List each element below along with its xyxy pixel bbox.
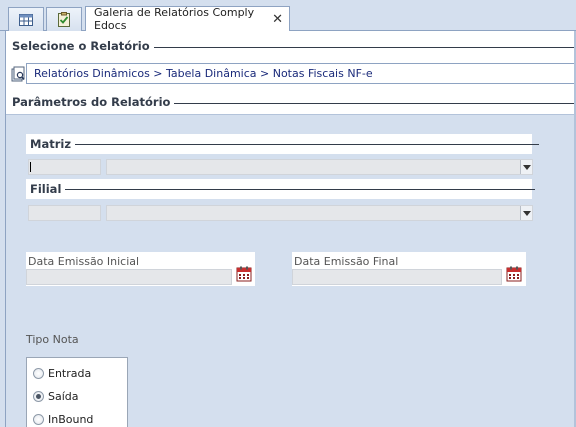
data-inicial-label: Data Emissão Inicial xyxy=(28,255,140,268)
matriz-dropdown-button[interactable] xyxy=(520,160,532,174)
calendar-icon[interactable] xyxy=(236,266,252,282)
heading-rule xyxy=(153,46,576,48)
tab-bar: Galeria de Relatórios Comply Edocs ✕ xyxy=(0,0,576,32)
close-icon[interactable]: ✕ xyxy=(272,12,283,27)
radio-button[interactable] xyxy=(33,368,44,379)
filial-code-input[interactable] xyxy=(28,205,101,221)
report-path-field[interactable]: Relatórios Dinâmicos > Tabela Dinâmica >… xyxy=(26,63,576,84)
heading-rule xyxy=(174,102,576,104)
data-final-input[interactable] xyxy=(292,269,502,285)
radio-label: Entrada xyxy=(48,367,92,380)
matriz-code-input[interactable] xyxy=(28,159,101,175)
tipo-nota-radio-group: Entrada Saída InBound xyxy=(26,357,128,427)
chevron-down-icon xyxy=(522,164,531,170)
radio-saida[interactable]: Saída xyxy=(33,390,79,403)
data-inicial-group: Data Emissão Inicial xyxy=(26,252,255,286)
matriz-combo[interactable] xyxy=(106,159,533,175)
checklist-icon xyxy=(58,12,70,27)
tab-grid-report[interactable] xyxy=(8,7,44,31)
content-panel: Selecione o Relatório Relatórios Dinâmic… xyxy=(5,31,576,427)
data-inicial-input[interactable] xyxy=(26,269,232,285)
radio-button-selected[interactable] xyxy=(33,391,44,402)
report-tree-icon[interactable] xyxy=(11,66,25,82)
grid-report-icon xyxy=(19,13,33,26)
chevron-down-icon xyxy=(522,210,531,216)
params-title: Parâmetros do Relatório xyxy=(12,95,171,109)
data-final-label: Data Emissão Final xyxy=(294,255,399,268)
report-path-text: Relatórios Dinâmicos > Tabela Dinâmica >… xyxy=(34,67,373,80)
params-panel: Matriz Filial Data Emissão Inicial Data … xyxy=(6,114,576,427)
tipo-nota-label: Tipo Nota xyxy=(26,333,79,346)
tab-galeria-relatorios[interactable]: Galeria de Relatórios Comply Edocs ✕ xyxy=(85,6,290,32)
params-heading: Parâmetros do Relatório xyxy=(12,95,576,109)
calendar-icon[interactable] xyxy=(506,266,522,282)
filial-combo[interactable] xyxy=(106,205,533,221)
radio-label: Saída xyxy=(48,390,79,403)
select-report-heading: Selecione o Relatório xyxy=(12,39,576,53)
tab-checklist[interactable] xyxy=(46,7,82,31)
radio-entrada[interactable]: Entrada xyxy=(33,367,91,380)
select-report-title: Selecione o Relatório xyxy=(12,39,150,53)
matriz-group-header: Matriz xyxy=(26,134,540,154)
filial-group-header: Filial xyxy=(26,179,536,199)
tab-label: Galeria de Relatórios Comply Edocs xyxy=(94,6,255,32)
radio-button[interactable] xyxy=(33,414,44,425)
group-rule xyxy=(75,143,540,145)
radio-inbound[interactable]: InBound xyxy=(33,413,93,426)
group-rule xyxy=(65,188,536,190)
filial-label: Filial xyxy=(30,182,62,196)
radio-label: InBound xyxy=(48,413,94,426)
data-final-group: Data Emissão Final xyxy=(292,252,526,286)
filial-dropdown-button[interactable] xyxy=(520,206,532,220)
matriz-label: Matriz xyxy=(30,137,72,151)
